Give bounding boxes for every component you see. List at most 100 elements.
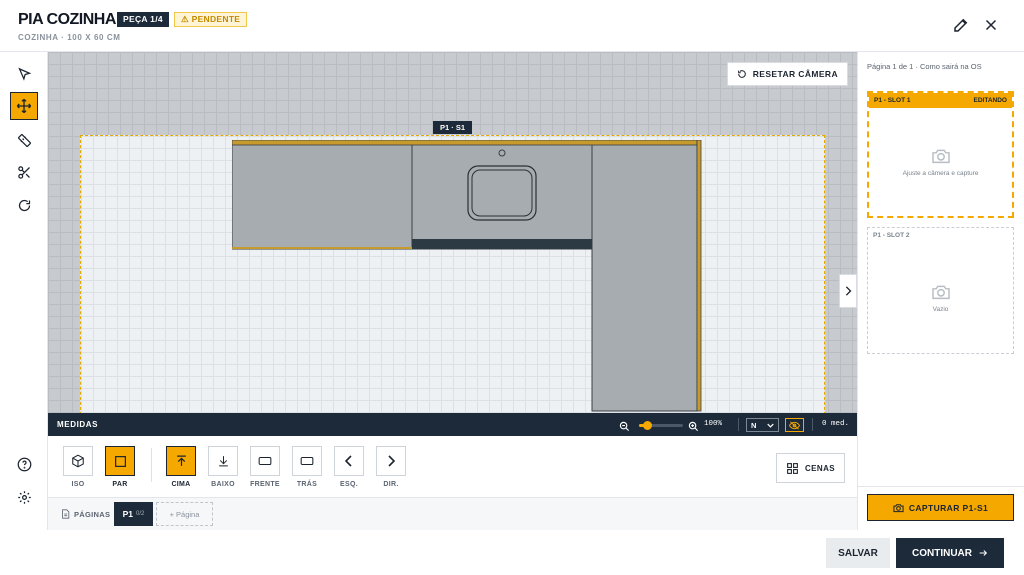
pages-bar: PÁGINAS P1 0/2 + Página xyxy=(48,498,857,530)
view-front-label: FRENTE xyxy=(250,481,280,488)
zoom-out-button[interactable] xyxy=(619,419,630,437)
view-right-button[interactable] xyxy=(376,446,406,476)
status-badge: ⚠ PENDENTE xyxy=(174,12,248,27)
view-iso-label: ISO xyxy=(71,481,85,488)
view-iso-button[interactable] xyxy=(63,446,93,476)
preview-panel: Página 1 de 1 · Como sairá na OS P1 - SL… xyxy=(857,52,1024,530)
zoom-in-button[interactable] xyxy=(688,419,699,437)
slot-1-hint: Ajuste a câmera e capture xyxy=(902,169,979,177)
visibility-toggle[interactable] xyxy=(785,418,804,432)
cube-icon xyxy=(72,454,84,468)
camera-icon xyxy=(893,503,904,512)
view-par-label: PAR xyxy=(112,481,128,488)
add-page-button[interactable]: + Página xyxy=(156,502,213,526)
help-button[interactable] xyxy=(10,450,38,478)
status-badge-label: PENDENTE xyxy=(191,14,241,24)
chevron-right-icon xyxy=(388,455,395,467)
view-front-button[interactable] xyxy=(250,446,280,476)
page-title: PIA COZINHA xyxy=(18,11,116,28)
page-subtitle: COZINHA · 100 X 60 CM xyxy=(18,33,121,42)
move-icon xyxy=(16,98,32,114)
slot-2-hint: Vazio xyxy=(932,305,949,313)
reset-icon xyxy=(737,70,746,78)
view-right-label: DIR. xyxy=(383,481,399,488)
capture-button-label: CAPTURAR P1-S1 xyxy=(908,502,989,513)
scenes-button[interactable]: CENAS xyxy=(776,453,845,483)
ruler-icon xyxy=(17,133,31,147)
camera-icon xyxy=(931,285,950,299)
view-back-button[interactable] xyxy=(292,446,322,476)
piece-tag: P1 · S1 xyxy=(433,121,473,134)
divider xyxy=(812,418,813,431)
panel-toggle-button[interactable] xyxy=(839,274,857,308)
help-icon xyxy=(17,457,31,471)
chevron-right-icon xyxy=(845,286,852,296)
continue-button[interactable]: CONTINUAR xyxy=(896,538,1004,568)
view-bottom-label: BAIXO xyxy=(211,481,235,488)
zoom-in-icon xyxy=(688,421,699,432)
divider xyxy=(151,448,152,482)
edit-icon[interactable] xyxy=(952,16,970,34)
slot-1-header: P1 - SLOT 1 EDITANDO xyxy=(869,93,1012,108)
scissors-icon xyxy=(17,165,30,179)
rotate-tool-button[interactable] xyxy=(10,191,38,219)
save-button[interactable]: SALVAR xyxy=(826,538,890,568)
header: PIA COZINHA PEÇA 1/4 ⚠ PENDENTE COZINHA … xyxy=(0,0,1024,52)
view-top-button[interactable] xyxy=(166,446,196,476)
zoom-slider[interactable] xyxy=(639,421,683,430)
arrow-right-icon xyxy=(979,550,988,556)
measurement-count: 0 med. xyxy=(822,420,850,428)
slot-2-title: P1 - SLOT 2 xyxy=(873,232,910,239)
view-par-button[interactable] xyxy=(105,446,135,476)
document-icon xyxy=(62,509,70,519)
rotate-icon xyxy=(18,199,30,211)
app: PIA COZINHA PEÇA 1/4 ⚠ PENDENTE COZINHA … xyxy=(0,0,1024,575)
zoom-slider-handle[interactable] xyxy=(642,421,652,430)
move-tool-button[interactable] xyxy=(10,92,38,120)
arrow-up-bar-icon xyxy=(176,455,186,466)
continue-button-label: CONTINUAR xyxy=(912,547,972,559)
zoom-out-icon xyxy=(619,421,630,432)
chevron-down-icon xyxy=(767,423,774,428)
chevron-left-icon xyxy=(345,455,352,467)
arrow-down-bar-icon xyxy=(218,456,228,467)
page-tab-p1[interactable]: P1 0/2 xyxy=(114,502,153,526)
zoom-value: 100% xyxy=(704,420,723,428)
slot-1-body: Ajuste a câmera e capture xyxy=(869,108,1012,216)
capture-button[interactable]: CAPTURAR P1-S1 xyxy=(867,494,1014,521)
view-back-label: TRÁS xyxy=(296,481,318,488)
measurements-label: MEDIDAS xyxy=(57,420,99,429)
measurements-bar: MEDIDAS 100% N 0 med. xyxy=(48,413,857,436)
select-tool-button[interactable] xyxy=(10,60,38,88)
view-bottom-button[interactable] xyxy=(208,446,238,476)
footer: SALVAR CONTINUAR xyxy=(0,530,1024,575)
cut-tool-button[interactable] xyxy=(10,158,38,186)
page-slot-count: 0/2 xyxy=(136,511,145,517)
eye-off-icon xyxy=(789,420,800,430)
pages-label: PÁGINAS xyxy=(61,509,110,519)
view-left-button[interactable] xyxy=(334,446,364,476)
page-number: P1 xyxy=(122,509,134,519)
close-icon[interactable] xyxy=(982,16,1000,34)
scenes-label: CENAS xyxy=(804,463,835,473)
settings-button[interactable] xyxy=(10,483,38,511)
slot-1-state: EDITANDO xyxy=(973,97,1007,104)
rectangle-icon xyxy=(300,456,314,466)
reset-camera-button[interactable]: RESETAR CÂMERA xyxy=(726,62,848,86)
camera-icon xyxy=(931,149,950,163)
divider xyxy=(858,486,1024,487)
measure-tool-button[interactable] xyxy=(10,126,38,154)
orientation-select[interactable]: N xyxy=(746,418,779,432)
pages-label-text: PÁGINAS xyxy=(74,509,111,519)
rectangle-icon xyxy=(258,456,272,466)
slot-1[interactable]: P1 - SLOT 1 EDITANDO Ajuste a câmera e c… xyxy=(867,91,1014,218)
countertop-model[interactable] xyxy=(232,140,704,413)
viewport-canvas[interactable]: P1 · S1 RESETAR CÂMERA xyxy=(48,52,857,413)
reset-camera-label: RESETAR CÂMERA xyxy=(752,69,838,79)
view-top-label: CIMA xyxy=(171,481,191,488)
piece-badge: PEÇA 1/4 xyxy=(117,12,169,27)
slot-2[interactable]: P1 - SLOT 2 Vazio xyxy=(867,227,1014,354)
view-controls: ISO PAR CIMA BAIXO FRENTE TRÁS ESQ. DIR. xyxy=(48,436,857,498)
slot-2-header: P1 - SLOT 2 xyxy=(868,228,1013,243)
divider xyxy=(738,418,739,431)
